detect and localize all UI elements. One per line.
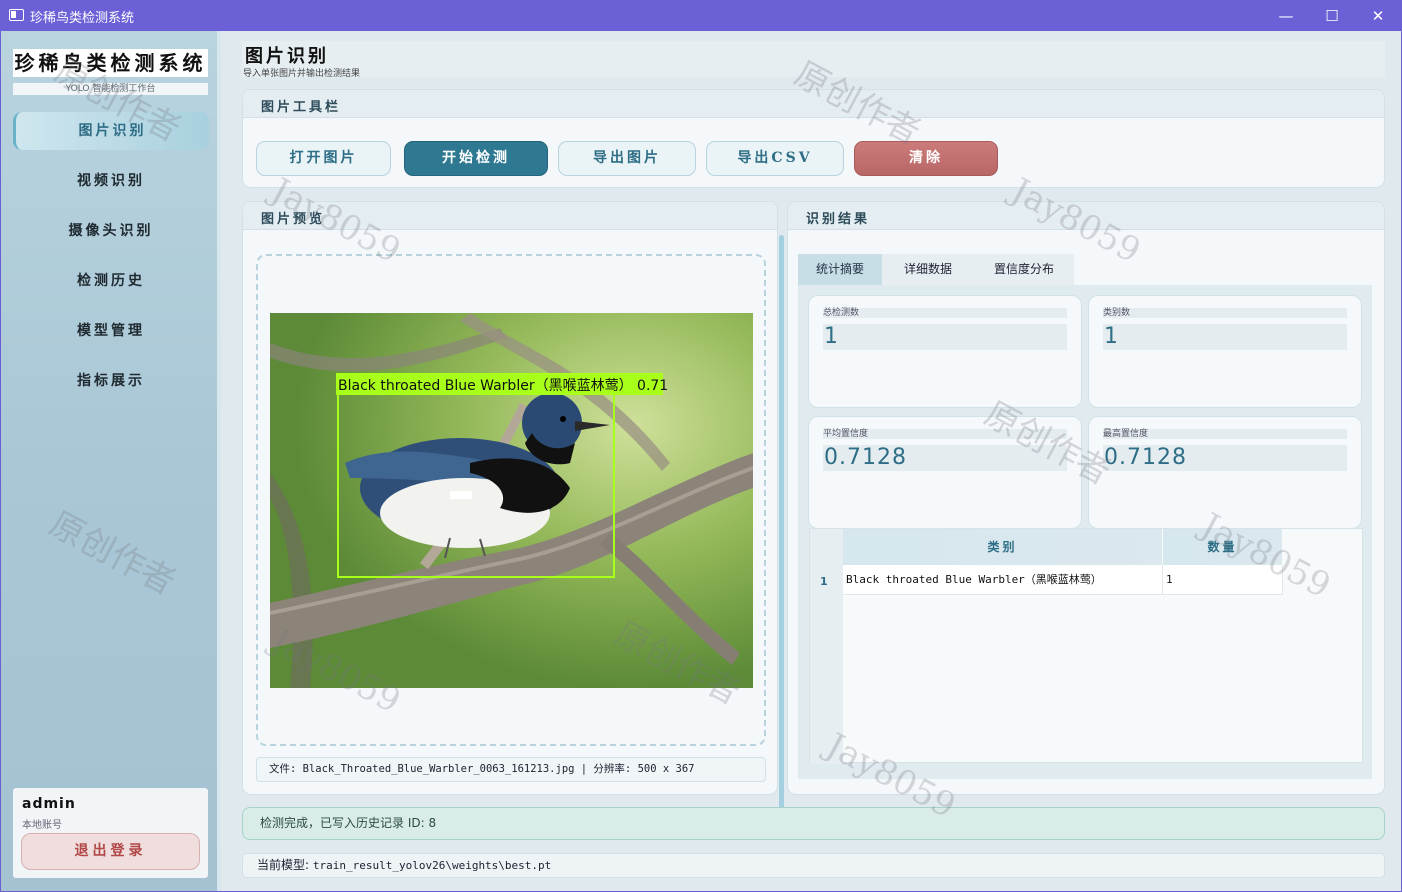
results-title: 识别结果: [806, 212, 871, 227]
row-index-column: 1: [810, 565, 843, 764]
total-detections-label: 总检测数: [823, 308, 1067, 318]
minimize-button[interactable]: —: [1263, 0, 1309, 31]
user-name: admin: [22, 796, 76, 812]
bird-photo-illustration: Black throated Blue Warbler（黑喉蓝林莺） 0.71: [270, 313, 753, 688]
max-confidence-value: 0.7128: [1103, 445, 1347, 471]
results-panel-header: 识别结果: [788, 202, 1384, 230]
table-cell-count[interactable]: 1: [1163, 565, 1283, 595]
preview-image: Black throated Blue Warbler（黑喉蓝林莺） 0.71: [270, 313, 753, 688]
toolbar-title: 图片工具栏: [261, 100, 342, 115]
stat-card-max-confidence: 最高置信度 0.7128: [1088, 416, 1362, 529]
table-header-class[interactable]: 类别: [843, 529, 1163, 565]
avg-confidence-label: 平均置信度: [823, 429, 1067, 439]
app-window-icon: [9, 9, 24, 21]
sidebar-item-camera-detection[interactable]: 摄像头识别: [13, 212, 209, 250]
table-corner: [810, 529, 843, 565]
sidebar-item-video-detection[interactable]: 视频识别: [13, 162, 209, 200]
table-header-count[interactable]: 数量: [1163, 529, 1283, 565]
sidebar-item-history[interactable]: 检测历史: [13, 262, 209, 300]
detection-label: Black throated Blue Warbler（黑喉蓝林莺） 0.71: [338, 378, 668, 394]
app-window: 珍稀鸟类检测系统 YOLO 智能检测工作台 图片识别 视频识别 摄像头识别 检测…: [1, 31, 1401, 891]
tab-summary[interactable]: 统计摘要: [798, 254, 882, 285]
preview-panel-header: 图片预览: [243, 202, 777, 230]
clear-button[interactable]: 清除: [854, 141, 998, 176]
sidebar: 珍稀鸟类检测系统 YOLO 智能检测工作台 图片识别 视频识别 摄像头识别 检测…: [1, 31, 221, 891]
summary-tab-content: 总检测数 1 类别数 1 平均置信度 0.7128 最高置信度 0.7128 类…: [798, 285, 1372, 779]
tab-detail-data[interactable]: 详细数据: [882, 254, 974, 285]
user-card: admin 本地账号 退出登录: [13, 788, 208, 878]
close-button[interactable]: ✕: [1355, 0, 1401, 31]
model-label: 当前模型:: [257, 858, 310, 872]
window-titlebar: 珍稀鸟类检测系统 — ☐ ✕: [0, 0, 1402, 31]
preview-title: 图片预览: [261, 212, 326, 227]
class-count-label: 类别数: [1103, 308, 1347, 318]
toolbar-panel: 图片工具栏 打开图片 开始检测 导出图片 导出CSV 清除: [242, 89, 1385, 188]
preview-panel: 图片预览 Black throated Blue Warbler（黑喉蓝林莺） …: [242, 201, 778, 795]
panel-splitter[interactable]: [779, 235, 784, 825]
sidebar-item-metrics[interactable]: 指标展示: [13, 362, 209, 400]
results-panel: 识别结果 统计摘要 详细数据 置信度分布 总检测数 1 类别数 1 平均置信度 …: [787, 201, 1385, 795]
page-subtitle: 导入单张图片并输出检测结果: [243, 69, 361, 79]
page-header: 图片识别 导入单张图片并输出检测结果: [242, 41, 1385, 79]
avg-confidence-value: 0.7128: [823, 445, 1067, 471]
max-confidence-label: 最高置信度: [1103, 429, 1347, 439]
results-table: 类别 数量 1 Black throated Blue Warbler（黑喉蓝林…: [809, 528, 1363, 764]
image-drop-area[interactable]: Black throated Blue Warbler（黑喉蓝林莺） 0.71: [256, 254, 766, 746]
app-logo-subtitle: YOLO 智能检测工作台: [13, 83, 208, 95]
export-image-button[interactable]: 导出图片: [558, 141, 696, 176]
start-detection-button[interactable]: 开始检测: [404, 141, 548, 176]
logout-button[interactable]: 退出登录: [21, 833, 200, 870]
table-cell-class[interactable]: Black throated Blue Warbler（黑喉蓝林莺）: [843, 565, 1163, 595]
app-logo-title: 珍稀鸟类检测系统: [13, 49, 208, 77]
stat-card-classes: 类别数 1: [1088, 295, 1362, 408]
model-bar: 当前模型: train_result_yolov26\weights\best.…: [242, 853, 1385, 878]
total-detections-value: 1: [823, 324, 1067, 350]
file-info: 文件: Black_Throated_Blue_Warbler_0063_161…: [256, 757, 766, 782]
class-count-value: 1: [1103, 324, 1347, 350]
open-image-button[interactable]: 打开图片: [256, 141, 391, 176]
tab-confidence-distribution[interactable]: 置信度分布: [974, 254, 1074, 285]
sidebar-item-image-detection[interactable]: 图片识别: [13, 112, 209, 150]
toolbar-panel-header: 图片工具栏: [243, 90, 1384, 118]
export-csv-button[interactable]: 导出CSV: [706, 141, 844, 176]
stat-card-total: 总检测数 1: [808, 295, 1082, 408]
row-index: 1: [820, 575, 828, 588]
window-title: 珍稀鸟类检测系统: [30, 11, 135, 26]
sidebar-item-model-management[interactable]: 模型管理: [13, 312, 209, 350]
model-path: train_result_yolov26\weights\best.pt: [312, 859, 552, 872]
user-role: 本地账号: [22, 820, 62, 831]
page-title: 图片识别: [245, 46, 329, 67]
status-bar: 检测完成，已写入历史记录 ID: 8: [242, 807, 1385, 840]
stat-card-avg-confidence: 平均置信度 0.7128: [808, 416, 1082, 529]
maximize-button[interactable]: ☐: [1309, 0, 1355, 31]
